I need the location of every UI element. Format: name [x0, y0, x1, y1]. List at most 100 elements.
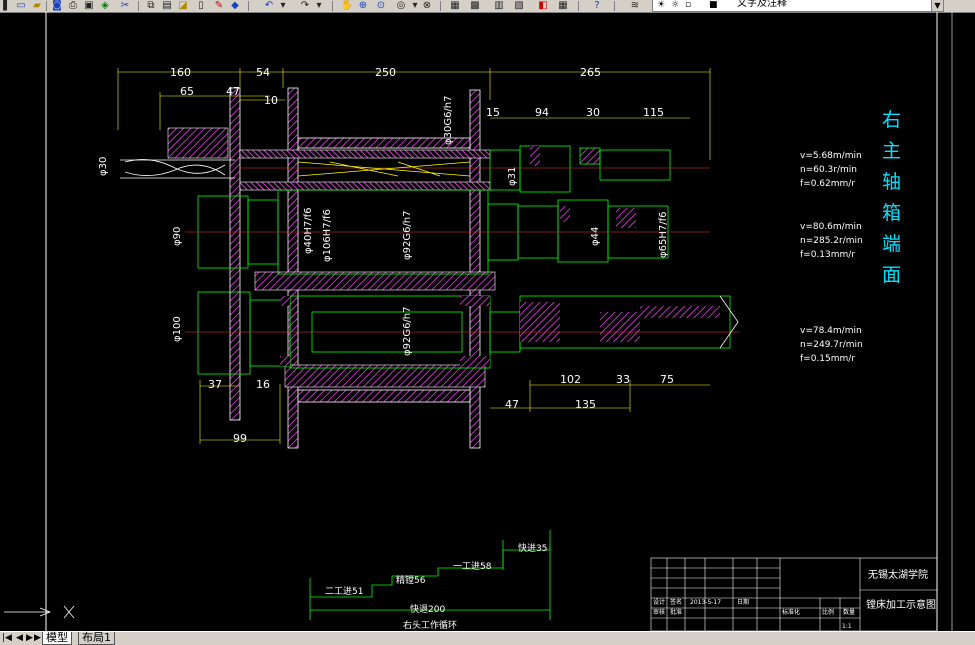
- svg-text:端: 端: [882, 233, 901, 255]
- svg-text:v=80.6m/min: v=80.6m/min: [800, 222, 862, 232]
- svg-text:f=0.13mm/r: f=0.13mm/r: [800, 250, 855, 260]
- dim-94: 94: [535, 106, 549, 119]
- open-icon[interactable]: ▰: [30, 0, 44, 11]
- copy-icon[interactable]: ⧉: [144, 0, 158, 11]
- dim-30: 30: [586, 106, 600, 119]
- svg-text:右: 右: [882, 109, 901, 131]
- print-icon[interactable]: ⎙: [66, 0, 80, 11]
- svg-text:二工进51: 二工进51: [325, 586, 363, 597]
- dim-102: 102: [560, 373, 581, 386]
- svg-text:签名: 签名: [670, 598, 682, 606]
- dia-30g6: φ30G6/h7: [443, 95, 454, 145]
- date-text: 2013-5-17: [690, 599, 721, 606]
- dim-265: 265: [580, 66, 601, 79]
- calc-icon[interactable]: ▦: [556, 0, 570, 11]
- chevron-down-icon[interactable]: ▼: [931, 0, 943, 11]
- block-editor-icon[interactable]: ◆: [228, 0, 242, 11]
- zoom-realtime-icon[interactable]: ⊕: [356, 0, 370, 11]
- save-icon[interactable]: ◙: [50, 0, 64, 11]
- paste-icon[interactable]: ▤: [160, 0, 174, 11]
- dim-135: 135: [575, 398, 596, 411]
- svg-text:比例: 比例: [822, 608, 834, 616]
- svg-text:f=0.62mm/r: f=0.62mm/r: [800, 179, 855, 189]
- dim-54: 54: [256, 66, 270, 79]
- dia-65: φ65H7/f6: [658, 212, 669, 258]
- svg-text:精镗56: 精镗56: [396, 574, 426, 586]
- dim-47: 47: [226, 85, 240, 98]
- sheet-set-icon[interactable]: ▧: [512, 0, 526, 11]
- vertical-title: 右 主 轴 箱 端 面: [882, 109, 901, 286]
- zoom-window-icon[interactable]: ⊙: [374, 0, 388, 11]
- svg-text:轴: 轴: [882, 171, 901, 193]
- svg-text:箱: 箱: [882, 202, 901, 224]
- paste-special-icon[interactable]: ◪: [176, 0, 190, 11]
- undo-dropdown-icon[interactable]: ▾: [276, 0, 290, 11]
- markup-icon[interactable]: ◧: [536, 0, 550, 11]
- svg-text:v=5.68m/min: v=5.68m/min: [800, 151, 862, 161]
- svg-text:f=0.15mm/r: f=0.15mm/r: [800, 354, 855, 364]
- dia-92b: φ92G6/h7: [402, 306, 413, 356]
- svg-text:标准化: 标准化: [782, 608, 800, 616]
- svg-text:批准: 批准: [670, 608, 682, 616]
- dia-30: φ30: [98, 157, 109, 176]
- boring-spindle-assembly: [185, 189, 710, 275]
- dia-92g6: φ92G6/h7: [402, 210, 413, 260]
- drawing-canvas[interactable]: 160 54 250 265 65 47 10 15 94 30 115 37 …: [0, 12, 975, 631]
- layer-name: 文字及注释: [737, 0, 787, 9]
- layer-dropdown[interactable]: ☀ ☼ ▫ ■ 文字及注释 ▼: [652, 0, 944, 12]
- dia-100: φ100: [172, 316, 183, 342]
- dia-106: φ106H7/f6: [322, 209, 333, 262]
- lower-spindle-assembly: [185, 291, 740, 375]
- zoom-extents-icon[interactable]: ⊗: [420, 0, 434, 11]
- dim-47b: 47: [505, 398, 519, 411]
- help-icon[interactable]: ?: [590, 0, 604, 11]
- dia-40h7: φ40H7/f6: [303, 208, 314, 254]
- svg-text:审核: 审核: [653, 608, 665, 616]
- dia-44: φ44: [590, 227, 601, 246]
- layer-freeze-icon: ☼: [671, 0, 680, 10]
- redo-icon[interactable]: ↷: [298, 0, 312, 11]
- undo-icon[interactable]: ↶: [262, 0, 276, 11]
- first-tab-icon[interactable]: |◀: [2, 633, 12, 644]
- tab-model[interactable]: 模型: [42, 632, 72, 645]
- dim-10: 10: [264, 94, 278, 107]
- brush-icon[interactable]: ✎: [212, 0, 226, 11]
- pan-icon[interactable]: ✋: [340, 0, 354, 11]
- zoom-previous-icon[interactable]: ◎: [394, 0, 408, 11]
- svg-text:快进35: 快进35: [518, 542, 547, 554]
- properties-icon[interactable]: ▦: [448, 0, 462, 11]
- svg-text:主: 主: [882, 140, 901, 162]
- publish-icon[interactable]: ◈: [98, 0, 112, 11]
- cut-icon[interactable]: ✂: [118, 0, 132, 11]
- title-block-text: 无锡太湖学院 镗床加工示意图 2013-5-17 设计 签名 日期 审核 批准 …: [653, 568, 936, 630]
- svg-text:n=60.3r/min: n=60.3r/min: [800, 165, 857, 175]
- design-center-icon[interactable]: ▩: [468, 0, 482, 11]
- dia-31: φ31: [507, 167, 518, 186]
- drawing-name: 镗床加工示意图: [866, 598, 936, 611]
- dim-75: 75: [660, 373, 674, 386]
- layout-tab-bar: |◀ ◀ ▶ ▶| 模型 布局1: [0, 631, 975, 645]
- plot-preview-icon[interactable]: ▣: [82, 0, 96, 11]
- layer-color-icon: ■: [709, 0, 718, 10]
- svg-text:n=249.7r/min: n=249.7r/min: [800, 340, 863, 350]
- svg-text:数量: 数量: [843, 608, 855, 616]
- layer-on-icon: ☀: [657, 0, 666, 10]
- dim-99: 99: [233, 432, 247, 445]
- svg-text:1:1: 1:1: [842, 623, 852, 630]
- ucs-icon: [4, 605, 75, 619]
- match-prop-icon[interactable]: ▯: [194, 0, 208, 11]
- next-tab-icon[interactable]: ▶: [26, 633, 33, 644]
- redo-dropdown-icon[interactable]: ▾: [312, 0, 326, 11]
- dim-250: 250: [375, 66, 396, 79]
- new-icon[interactable]: ▭: [14, 0, 28, 11]
- dim-160: 160: [170, 66, 191, 79]
- svg-text:一工进58: 一工进58: [453, 561, 492, 572]
- layer-manager-icon[interactable]: ≋: [628, 0, 642, 11]
- tool-palette-icon[interactable]: ▥: [492, 0, 506, 11]
- school-name: 无锡太湖学院: [868, 568, 928, 581]
- title-block: [650, 557, 938, 631]
- dim-65: 65: [180, 85, 194, 98]
- prev-tab-icon[interactable]: ◀: [16, 633, 23, 644]
- dim-15: 15: [486, 106, 500, 119]
- tab-layout1[interactable]: 布局1: [78, 632, 115, 645]
